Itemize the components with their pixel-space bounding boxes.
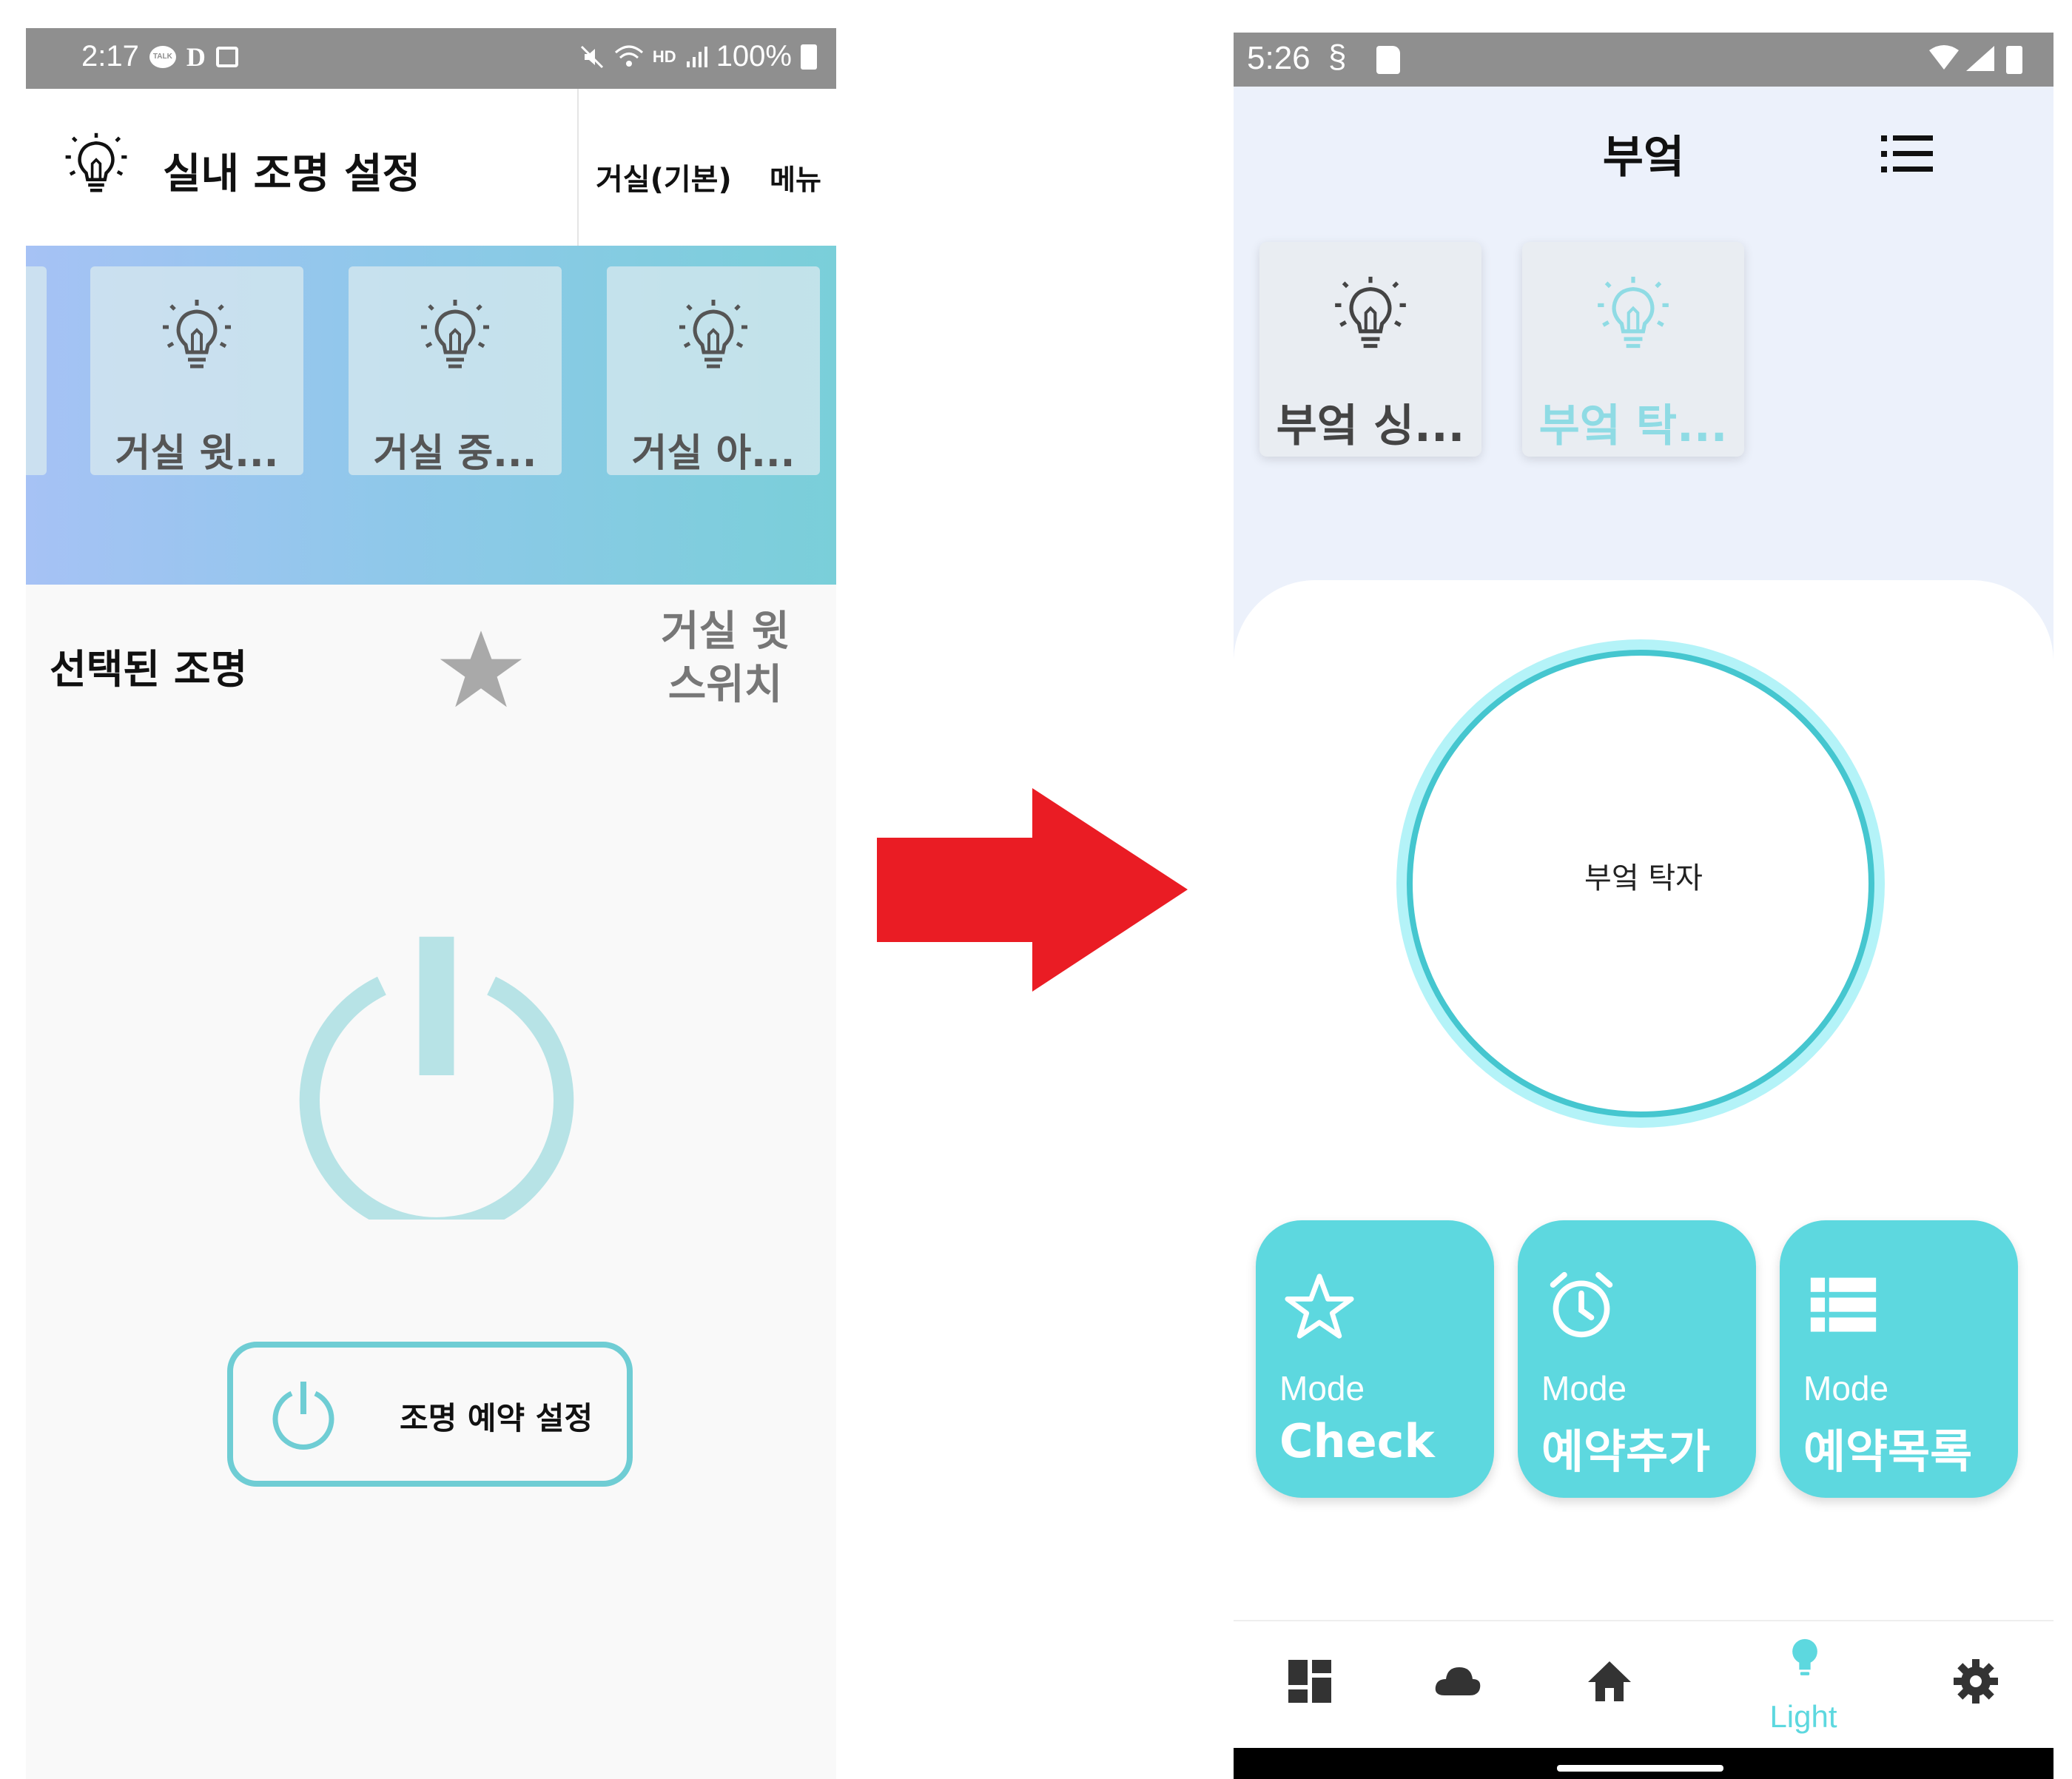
signal-icon — [686, 46, 707, 67]
left-phone-screen: 2:17 TALK D HD 100% 실내 조명 설정 거실(기본) 메뉴 거… — [26, 28, 836, 1779]
d-app-icon: D — [186, 41, 206, 72]
power-icon — [272, 1382, 334, 1450]
nav-light[interactable]: Light — [1755, 1631, 1851, 1735]
selected-light-label: 선택된 조명 — [50, 646, 248, 693]
wifi-icon — [614, 45, 643, 67]
network-battery-icons — [1929, 45, 2022, 74]
battery-percent: 100% — [716, 40, 792, 73]
nav-light-label: Light — [1769, 1699, 1837, 1734]
mode-title: 예약목록 — [1803, 1425, 1973, 1479]
nav-cloud[interactable] — [1420, 1644, 1494, 1725]
system-navigation-bar — [1234, 1748, 2054, 1779]
light-card-selected[interactable]: 부엌 탁... — [1522, 242, 1744, 457]
bulb-icon — [1792, 1638, 1817, 1675]
status-time: 2:17 — [81, 40, 139, 73]
image-icon — [215, 46, 238, 67]
status-bar: 5:26 § — [1234, 33, 2054, 87]
status-bar: 2:17 TALK D HD 100% — [26, 28, 836, 89]
selected-light-name: 부엌 탁자 — [1584, 861, 1703, 895]
mode-title: 예약추가 — [1541, 1425, 1711, 1479]
sync-icon: § — [1328, 38, 1347, 75]
mode-label: Mode — [1541, 1369, 1627, 1408]
bottom-navigation — [1234, 1620, 2054, 1749]
nav-home[interactable] — [1570, 1644, 1644, 1725]
page-title: 실내 조명 설정 — [163, 150, 421, 198]
mode-check-button[interactable]: Mode Check — [1256, 1220, 1494, 1498]
room-selector[interactable]: 거실(기본) — [596, 155, 732, 198]
list-icon[interactable] — [1881, 132, 1933, 175]
reserve-settings-button[interactable]: 조명 예약 설정 — [227, 1342, 633, 1487]
home-gesture-handle[interactable] — [1557, 1765, 1723, 1772]
light-list[interactable]: 거실 윗... 거실 중... 거실 아... — [26, 246, 836, 585]
battery-icon — [801, 44, 817, 70]
gear-icon — [1954, 1659, 1998, 1704]
right-phone-screen: 5:26 § 부엌 부엌 싱... 부엌 탁... 부엌 탁자 Mode Che… — [1234, 33, 2054, 1779]
bulb-icon — [421, 300, 489, 369]
nav-settings[interactable] — [1937, 1644, 2011, 1725]
reserve-settings-label: 조명 예약 설정 — [400, 1400, 593, 1436]
light-card[interactable]: 거실 윗... — [90, 266, 303, 476]
selected-light-name: 거실 윗 스위치 — [660, 608, 790, 709]
sd-card-icon — [1376, 46, 1400, 74]
mode-add-reservation-button[interactable]: Mode 예약추가 — [1518, 1220, 1756, 1498]
mute-icon — [580, 45, 603, 68]
home-icon — [1588, 1661, 1631, 1701]
star-icon[interactable] — [437, 625, 525, 714]
light-card[interactable]: 거실 중... — [349, 266, 562, 476]
alarm-icon — [1550, 1271, 1613, 1338]
power-button[interactable] — [292, 931, 581, 1220]
status-time: 5:26 — [1247, 40, 1311, 76]
nav-dashboard[interactable] — [1271, 1644, 1345, 1725]
bulb-icon — [65, 132, 127, 192]
talk-icon: TALK — [149, 45, 176, 68]
light-card-label: 부엌 싱... — [1276, 400, 1465, 452]
mode-label: Mode — [1279, 1369, 1365, 1408]
selected-light-row: 선택된 조명 거실 윗 스위치 — [26, 585, 836, 740]
light-card-label: 거실 윗... — [115, 431, 279, 476]
menu-button[interactable]: 메뉴 — [770, 157, 821, 198]
right-arrow-icon — [877, 788, 1188, 992]
hd-voice-icon: HD — [652, 47, 676, 66]
light-card-partial[interactable] — [26, 266, 47, 475]
light-card-label: 거실 중... — [373, 431, 537, 476]
cloud-icon — [1435, 1667, 1481, 1695]
mode-reservation-list-button[interactable]: Mode 예약목록 — [1780, 1220, 2018, 1498]
app-header: 실내 조명 설정 거실(기본) 메뉴 — [26, 89, 836, 246]
star-outline-icon — [1285, 1274, 1354, 1339]
light-card-label: 부엌 탁... — [1538, 400, 1728, 452]
bulb-icon — [1335, 276, 1406, 349]
dashboard-icon — [1288, 1660, 1331, 1703]
list-icon — [1810, 1277, 1877, 1332]
light-card-label: 거실 아... — [631, 431, 796, 476]
bulb-icon — [679, 300, 747, 369]
bulb-icon — [163, 300, 231, 369]
bulb-icon — [1598, 276, 1669, 349]
mode-title: Check — [1279, 1414, 1435, 1468]
light-card[interactable]: 부엌 싱... — [1259, 242, 1481, 457]
header-divider — [577, 89, 579, 246]
light-card[interactable]: 거실 아... — [607, 266, 820, 476]
mode-label: Mode — [1803, 1369, 1889, 1408]
